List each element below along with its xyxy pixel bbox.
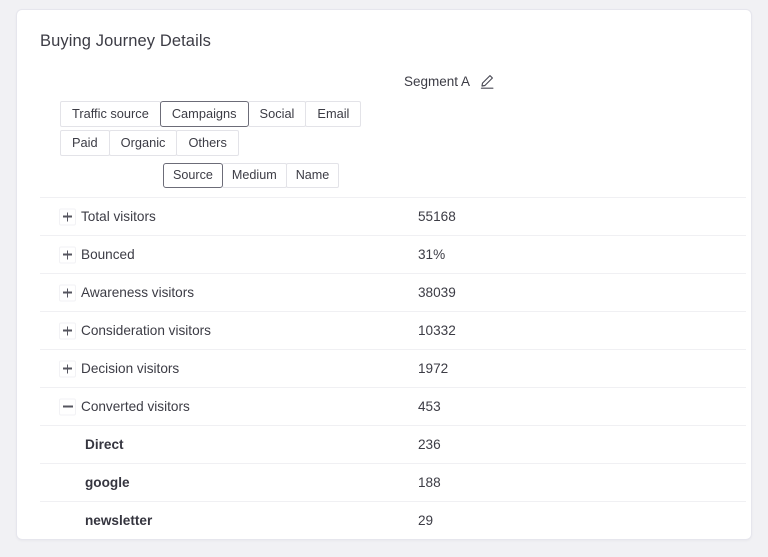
tab-organic[interactable]: Organic [109,130,178,156]
tab-group-channel-tabs: Traffic sourceCampaignsSocialEmail [60,101,360,127]
row-value: 1972 [418,361,448,376]
row-value: 10332 [418,323,456,338]
tab-campaigns[interactable]: Campaigns [160,101,249,127]
table-row: Decision visitors 1972 [40,349,746,387]
tab-group-dimension-tabs: SourceMediumName [163,163,338,188]
row-value: 38039 [418,285,456,300]
expand-plus-icon[interactable] [59,246,76,263]
tab-traffic-source[interactable]: Traffic source [60,101,161,127]
row-label: Awareness visitors [81,285,194,300]
row-value: 31% [418,247,445,262]
expand-plus-icon[interactable] [59,208,76,225]
table-subrow: newsletter 29 [40,501,746,539]
table-subrow: google 188 [40,463,746,501]
row-label: Consideration visitors [81,323,211,338]
row-label: Total visitors [81,209,156,224]
tab-medium[interactable]: Medium [222,163,287,188]
row-label: Direct [85,437,124,452]
row-value: 453 [418,399,441,414]
table-row: Awareness visitors 38039 [40,273,746,311]
expand-plus-icon[interactable] [59,360,76,377]
table-row: Bounced 31% [40,235,746,273]
tab-others[interactable]: Others [176,130,238,156]
segment-name-label: Segment A [404,74,470,89]
tab-paid[interactable]: Paid [60,130,110,156]
buying-journey-details-card: Buying Journey Details Segment A Traffic… [16,9,752,540]
row-value: 188 [418,475,441,490]
table-row: Total visitors 55168 [40,197,746,235]
row-value: 29 [418,513,433,528]
row-value: 236 [418,437,441,452]
row-label: Bounced [81,247,135,262]
expand-plus-icon[interactable] [59,284,76,301]
page-title: Buying Journey Details [40,32,211,51]
row-label: Converted visitors [81,399,190,414]
tab-source[interactable]: Source [163,163,223,188]
row-label: newsletter [85,513,152,528]
collapse-minus-icon[interactable] [59,398,76,415]
table-subrow: Direct 236 [40,425,746,463]
tab-email[interactable]: Email [305,101,361,127]
journey-table: Total visitors 55168 Bounced 31% Awareness v… [40,197,746,539]
tab-name[interactable]: Name [286,163,340,188]
row-value: 55168 [418,209,456,224]
segment-header: Segment A [404,73,496,90]
row-label: google [85,475,130,490]
table-row: Converted visitors 453 [40,387,746,425]
expand-plus-icon[interactable] [59,322,76,339]
table-row: Consideration visitors 10332 [40,311,746,349]
tab-social[interactable]: Social [248,101,307,127]
row-label: Decision visitors [81,361,179,376]
pencil-edit-icon[interactable] [479,73,496,90]
tab-group-campaign-type-tabs: PaidOrganicOthers [60,130,238,156]
